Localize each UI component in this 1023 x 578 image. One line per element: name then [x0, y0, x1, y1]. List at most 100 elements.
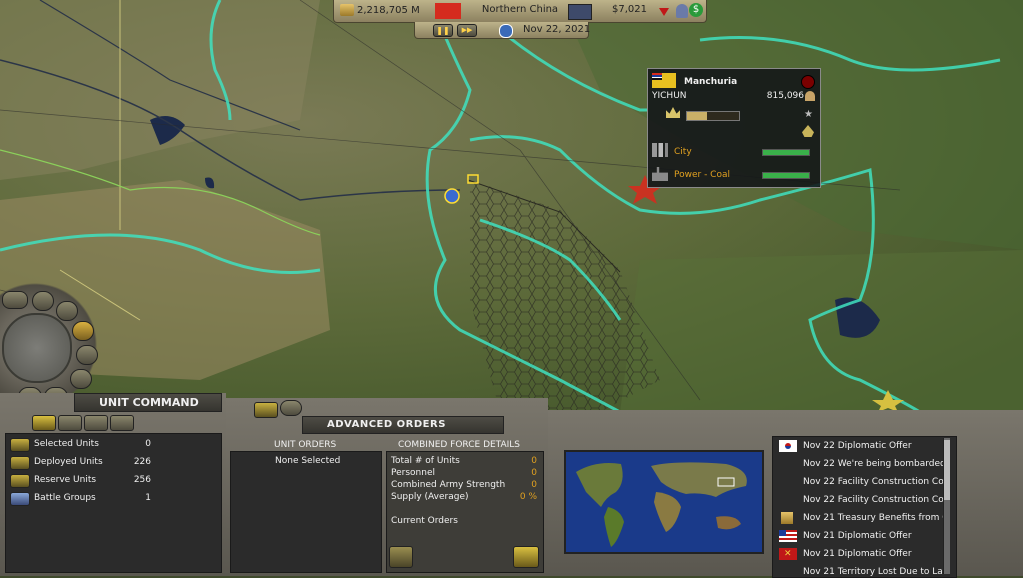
- dial-button-6[interactable]: [70, 369, 92, 389]
- news-item[interactable]: Nov 21 Treasury Benefits from C: [773, 509, 948, 527]
- region-name: Northern China: [481, 4, 559, 15]
- detail-value: 0: [531, 456, 537, 466]
- striped-flag-icon: [779, 530, 797, 542]
- advanced-orders-header: ADVANCED ORDERS: [302, 416, 504, 434]
- power-plant-icon: [652, 167, 668, 181]
- news-text: Nov 21 Diplomatic Offer: [803, 531, 912, 541]
- minimap-panel: [548, 410, 768, 576]
- facility-bar-city: [762, 149, 810, 156]
- diplomacy-icon[interactable]: [568, 4, 592, 20]
- reserve-units-icon: [10, 474, 30, 488]
- minimap-continents: [576, 462, 747, 547]
- news-scroll-thumb[interactable]: [944, 440, 950, 500]
- star-icon: ★: [804, 109, 813, 120]
- row-label: Battle Groups: [34, 493, 96, 503]
- money-icon: [340, 4, 354, 16]
- news-text: Nov 22 Facility Construction Com: [803, 477, 948, 487]
- production-progress: [686, 111, 740, 121]
- orders-mode-button-2[interactable]: [280, 400, 302, 416]
- rank-icon: [802, 125, 814, 137]
- red-flag-icon: ✕: [779, 548, 797, 560]
- orders-action-button-right[interactable]: [513, 546, 539, 568]
- popup-city: YICHUN: [652, 91, 687, 101]
- news-item[interactable]: Nov 21 Diplomatic Offer: [773, 527, 948, 545]
- detail-label: Personnel: [391, 468, 435, 478]
- world-minimap[interactable]: [564, 450, 764, 554]
- unit-orders-value: None Selected: [275, 456, 341, 466]
- row-label: Reserve Units: [34, 475, 97, 485]
- row-value: 256: [133, 475, 151, 485]
- selected-units-icon: [10, 438, 30, 452]
- news-text: Nov 22 Facility Construction Com: [803, 495, 948, 505]
- news-item[interactable]: ✕ Nov 21 Diplomatic Offer: [773, 545, 948, 563]
- pause-button[interactable]: ❚❚: [433, 24, 453, 37]
- news-item[interactable]: Nov 22 We're being bombarded!: [773, 455, 948, 473]
- population-icon: [805, 91, 815, 101]
- popup-population: 815,096: [766, 91, 804, 101]
- unit-command-title: UNIT COMMAND: [99, 396, 199, 409]
- world-map[interactable]: [0, 0, 1023, 412]
- news-item[interactable]: Nov 22 Facility Construction Com: [773, 473, 948, 491]
- advisor-icon[interactable]: [676, 4, 688, 18]
- news-panel: Nov 22 Diplomatic Offer Nov 22 We're bei…: [768, 410, 1023, 578]
- row-value: 1: [145, 493, 151, 503]
- news-text: Nov 22 Diplomatic Offer: [803, 441, 912, 451]
- close-icon[interactable]: [801, 75, 815, 89]
- facility-label-power: Power - Coal: [674, 170, 730, 180]
- top-resource-bar: 2,218,705 M Northern China $7,021 $: [333, 0, 707, 23]
- orders-mode-button-1[interactable]: [254, 402, 278, 418]
- news-scrollbar[interactable]: [943, 438, 950, 574]
- detail-label: Total # of Units: [391, 456, 460, 466]
- city-icon: [652, 143, 668, 157]
- time-control-bar: ❚❚ ▶▶ Nov 22, 2021: [414, 22, 590, 39]
- city-info-popup: Manchuria YICHUN 815,096 ★ City Power - …: [647, 68, 821, 188]
- unit-marker-icon[interactable]: [444, 188, 460, 204]
- globe-icon[interactable]: [499, 24, 513, 38]
- news-text: Nov 21 Treasury Benefits from C: [803, 513, 948, 523]
- china-flag-icon: [435, 3, 461, 19]
- advanced-orders-panel: ADVANCED ORDERS UNIT ORDERS COMBINED FOR…: [226, 398, 548, 576]
- detail-value: 0: [531, 468, 537, 478]
- news-item[interactable]: Nov 22 Diplomatic Offer: [773, 437, 948, 455]
- advanced-orders-title: ADVANCED ORDERS: [327, 419, 446, 430]
- unit-row-selected[interactable]: Selected Units 0: [6, 437, 221, 453]
- orders-action-button-left[interactable]: [389, 546, 413, 568]
- alert-down-icon[interactable]: [659, 8, 669, 16]
- speed-button[interactable]: ▶▶: [457, 24, 477, 37]
- korea-flag-icon: [779, 440, 797, 452]
- minimap-lens[interactable]: [2, 313, 72, 383]
- filter-land-units-button[interactable]: [58, 415, 82, 431]
- deployed-units-icon: [10, 456, 30, 470]
- row-label: Selected Units: [34, 439, 99, 449]
- news-item[interactable]: Nov 22 Facility Construction Com: [773, 491, 948, 509]
- map-terrain[interactable]: [0, 0, 1023, 412]
- unit-row-deployed[interactable]: Deployed Units 226: [6, 455, 221, 471]
- dollar-icon[interactable]: $: [689, 3, 703, 17]
- unit-command-header: UNIT COMMAND: [74, 393, 222, 412]
- detail-value: 0 %: [519, 492, 537, 502]
- unit-command-panel: UNIT COMMAND Selected Units 0 Deployed U…: [0, 393, 226, 576]
- facility-label-city: City: [674, 147, 692, 157]
- dial-button-1[interactable]: [2, 291, 28, 309]
- unit-orders-header: UNIT ORDERS: [274, 440, 337, 450]
- filter-air-units-button[interactable]: [84, 415, 108, 431]
- dial-button-2[interactable]: [32, 291, 54, 311]
- dial-button-3[interactable]: [56, 301, 78, 321]
- dial-button-5[interactable]: [76, 345, 98, 365]
- news-feed: Nov 22 Diplomatic Offer Nov 22 We're bei…: [772, 436, 957, 578]
- dial-button-4[interactable]: [72, 321, 94, 341]
- news-text: Nov 21 Diplomatic Offer: [803, 549, 912, 559]
- detail-value: 0: [531, 480, 537, 490]
- filter-all-units-button[interactable]: [32, 415, 56, 431]
- unit-row-reserve[interactable]: Reserve Units 256: [6, 473, 221, 489]
- facility-bar-power: [762, 172, 810, 179]
- unit-row-battle-groups[interactable]: Battle Groups 1: [6, 491, 221, 507]
- news-text: Nov 22 We're being bombarded!: [803, 459, 948, 469]
- unit-orders-list[interactable]: None Selected: [230, 451, 382, 573]
- cfd-header: COMBINED FORCE DETAILS: [398, 440, 521, 450]
- filter-naval-units-button[interactable]: [110, 415, 134, 431]
- detail-label: Combined Army Strength: [391, 480, 506, 490]
- treasury-display[interactable]: 2,218,705 M: [340, 4, 420, 16]
- battle-groups-icon: [10, 492, 30, 506]
- popup-country: Manchuria: [684, 77, 738, 87]
